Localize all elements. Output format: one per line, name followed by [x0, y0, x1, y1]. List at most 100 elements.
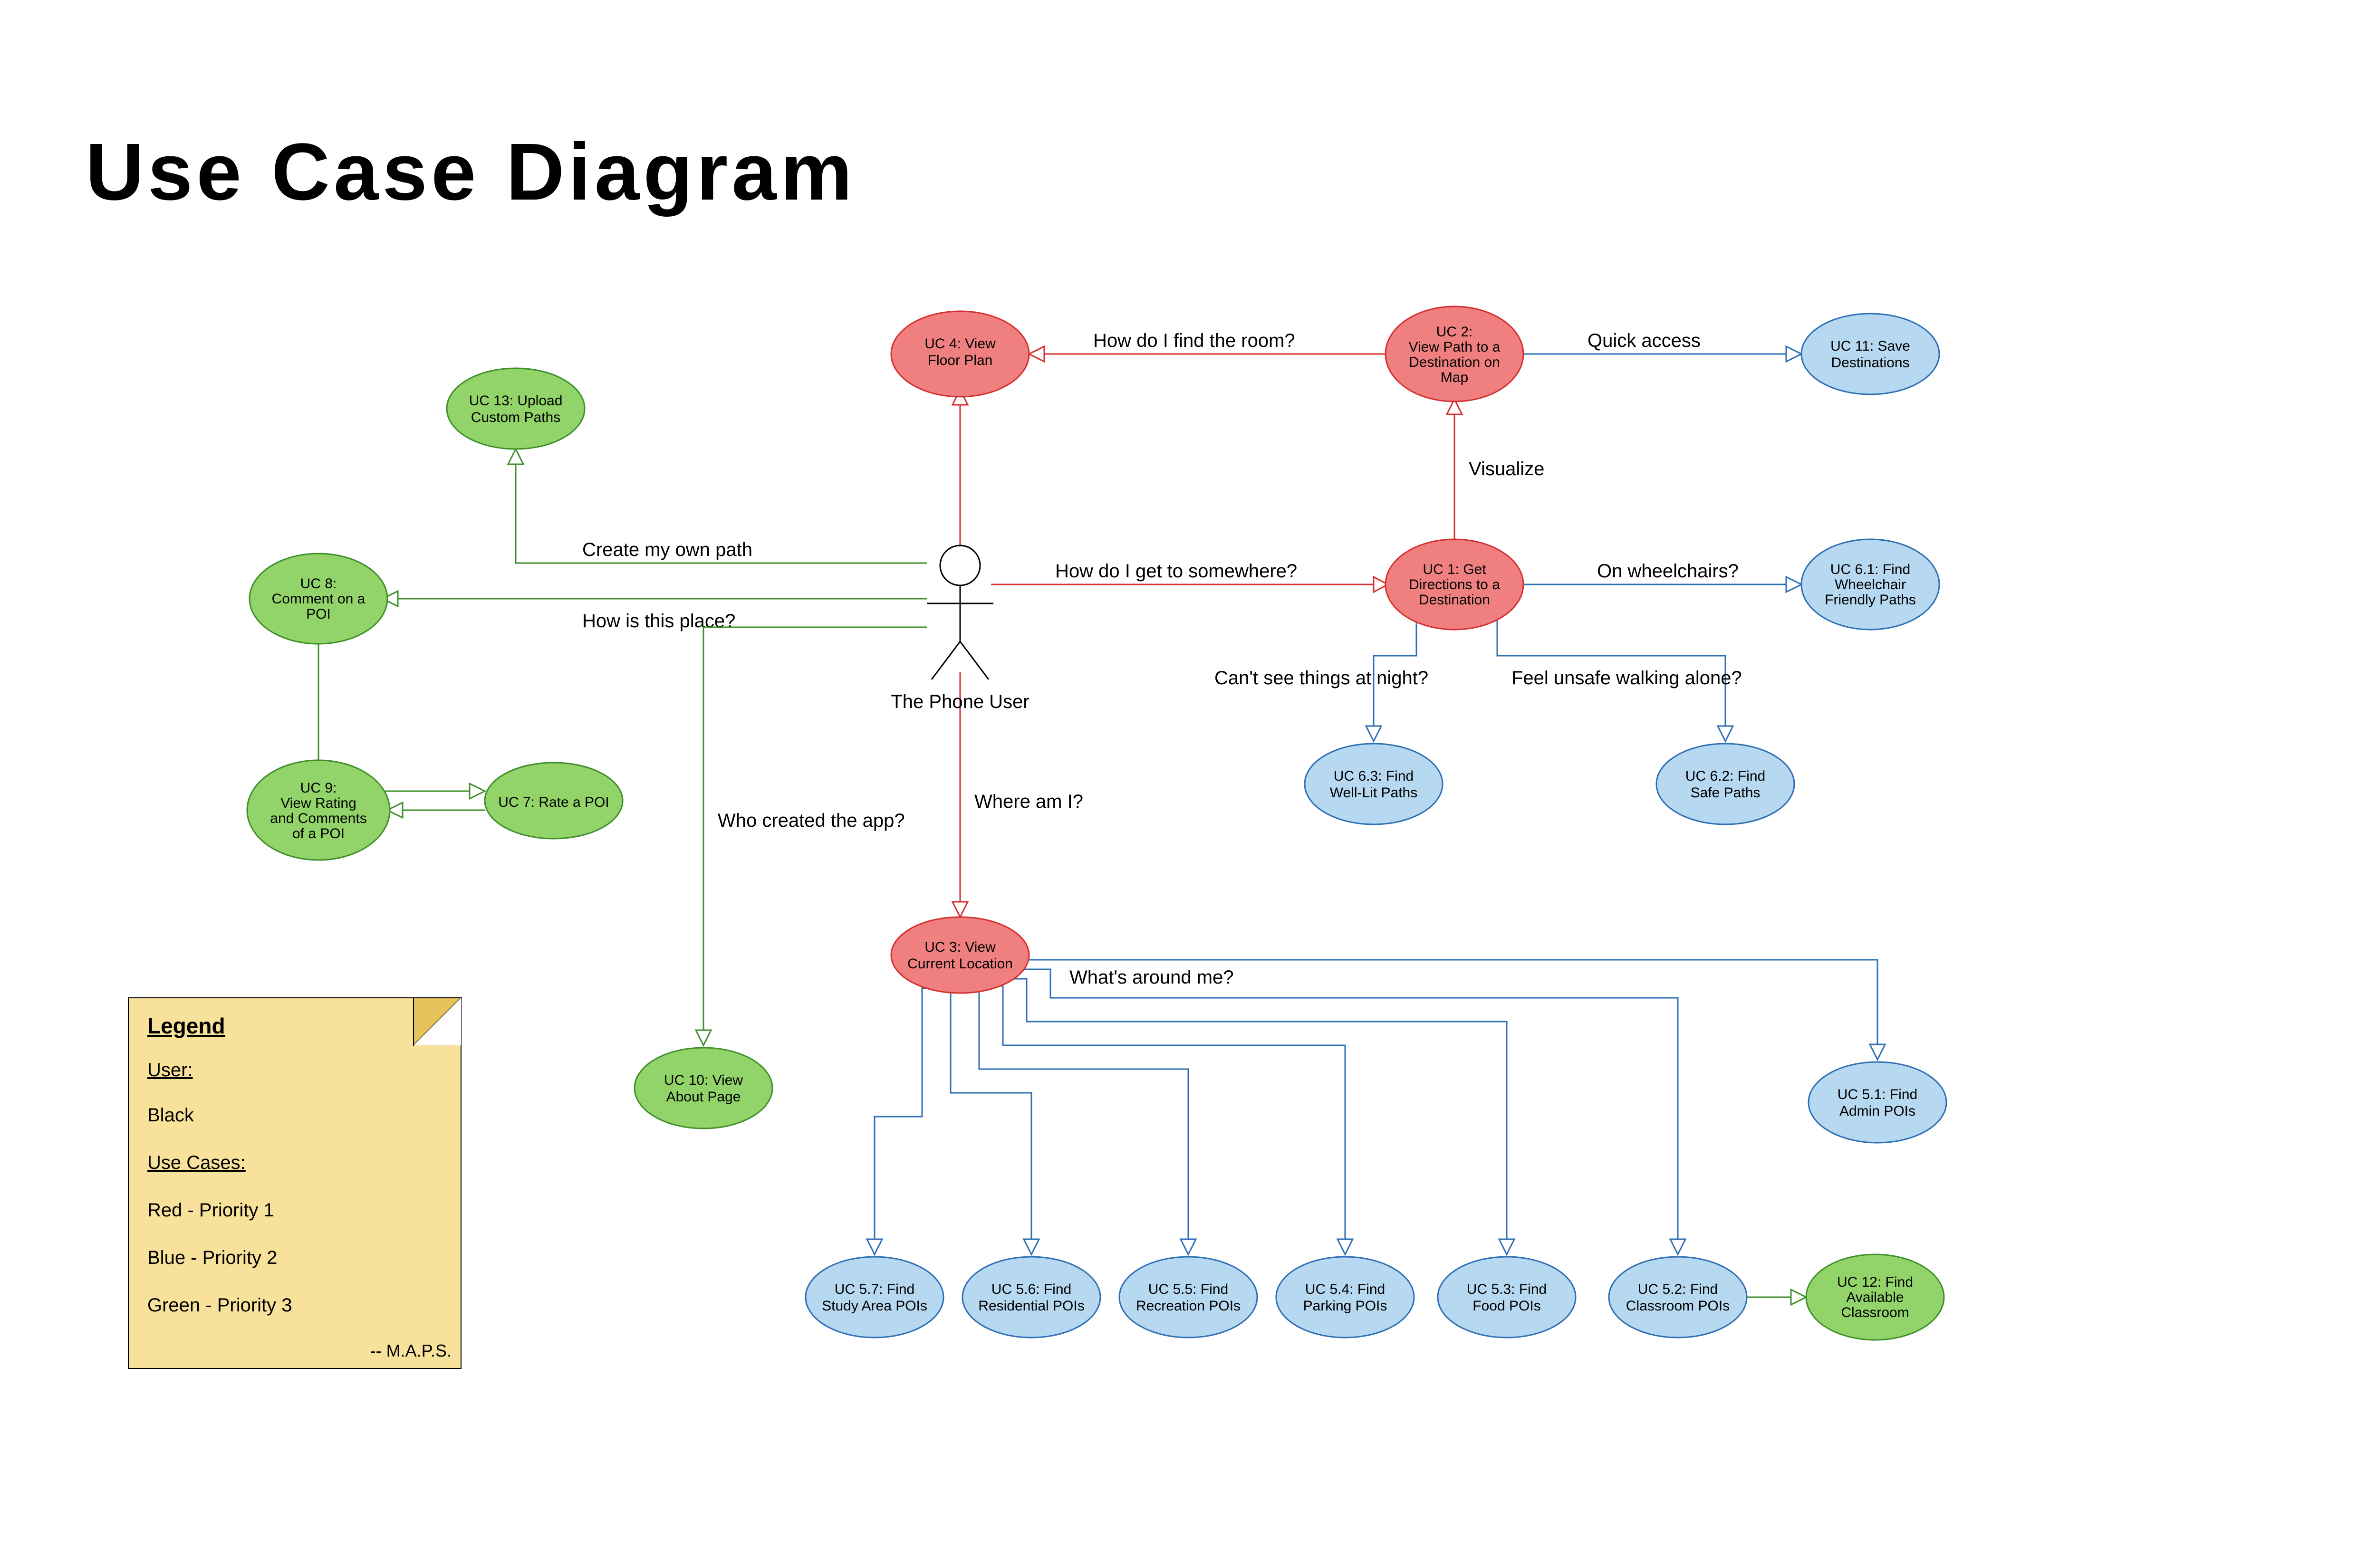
svg-text:UC 5.2: Find: UC 5.2: Find [1638, 1281, 1718, 1297]
edge-label: Feel unsafe walking alone? [1511, 668, 1742, 688]
svg-text:View Rating: View Rating [280, 795, 356, 811]
svg-text:UC 4: View: UC 4: View [924, 336, 996, 352]
edge-label: Who created the app? [718, 810, 905, 831]
svg-text:About Page: About Page [666, 1089, 741, 1105]
svg-text:UC 5.4: Find: UC 5.4: Find [1305, 1281, 1385, 1297]
edge-uc2-to-uc11: Quick access [1521, 330, 1801, 362]
node-uc2: UC 2: View Path to a Destination on Map … [1386, 306, 1523, 402]
edge-label: On wheelchairs? [1597, 561, 1739, 582]
svg-text:UC 5.7: Find: UC 5.7: Find [835, 1281, 914, 1297]
node-uc8: UC 8: Comment on a POI UC 8: Comment on … [250, 554, 387, 644]
svg-text:Parking POIs: Parking POIs [1303, 1298, 1387, 1314]
node-uc56: UC 5.6: Find Residential POIs UC 5.6: Fi… [962, 1257, 1100, 1338]
edge-actor-to-uc10: Who created the app? [696, 627, 927, 1045]
svg-text:Safe Paths: Safe Paths [1691, 785, 1761, 801]
svg-text:UC 2:: UC 2: [1436, 324, 1473, 340]
edge-label: Quick access [1588, 330, 1701, 351]
edge-actor-to-uc13: Create my own path [508, 449, 927, 563]
svg-text:UC 13: Upload: UC 13: Upload [469, 393, 563, 409]
node-uc63: UC 6.3: Find Well-Lit Paths UC 6.3: Find… [1305, 744, 1443, 824]
edge-uc7-to-uc9 [387, 803, 485, 818]
edge-uc52-to-uc12 [1744, 1290, 1806, 1305]
edge-uc2-to-uc4: How do I find the room? [1029, 330, 1388, 362]
node-uc9: UC 9: View Rating and Comments of a POI … [247, 760, 390, 860]
edge-uc1-to-uc63: Can't see things at night? [1214, 618, 1428, 741]
svg-text:Classroom POIs: Classroom POIs [1626, 1298, 1730, 1314]
legend-p3: Green - Priority 3 [147, 1295, 292, 1316]
svg-text:Admin POIs: Admin POIs [1839, 1103, 1915, 1119]
edge-label: Can't see things at night? [1214, 668, 1428, 688]
page-title: Use Case Diagram [86, 127, 856, 217]
svg-text:Well-Lit Paths: Well-Lit Paths [1330, 785, 1418, 801]
node-uc10: UC 10: View About Page UC 10: View About… [635, 1048, 772, 1128]
svg-text:UC 5.6: Find: UC 5.6: Find [991, 1281, 1071, 1297]
node-uc54: UC 5.4: Find Parking POIs UC 5.4: Find P… [1276, 1257, 1414, 1338]
edge-label: Create my own path [582, 539, 752, 560]
edge-uc1-to-uc2: Visualize [1447, 399, 1544, 542]
node-uc52: UC 5.2: Find Classroom POIs UC 5.2: Find… [1609, 1257, 1747, 1338]
diagram-svg: Use Case Diagram How do I get to somewhe… [0, 0, 2367, 1568]
edge-uc1-to-uc61: On wheelchairs? [1521, 561, 1801, 592]
svg-text:Current Location: Current Location [907, 956, 1013, 972]
legend-usecases-heading: Use Cases: [147, 1152, 246, 1173]
svg-text:UC 1: Get: UC 1: Get [1423, 562, 1486, 577]
svg-text:UC 11: Save: UC 11: Save [1830, 338, 1910, 354]
svg-text:UC 6.1: Find: UC 6.1: Find [1830, 562, 1910, 577]
node-uc1: UC 1: Get Directions to a Destination UC… [1386, 539, 1523, 630]
node-uc11: UC 11: Save Destinations UC 11: Save Des… [1801, 314, 1939, 394]
svg-text:UC 8:: UC 8: [300, 576, 337, 592]
svg-text:UC 5.5: Find: UC 5.5: Find [1148, 1281, 1228, 1297]
node-uc3: UC 3: View Current Location UC 3: View C… [891, 917, 1029, 993]
svg-text:Friendly Paths: Friendly Paths [1825, 592, 1916, 608]
edge-uc1-to-uc62: Feel unsafe walking alone? [1497, 618, 1742, 741]
svg-text:UC 5.3: Find: UC 5.3: Find [1467, 1281, 1547, 1297]
svg-text:Wheelchair: Wheelchair [1835, 577, 1906, 593]
node-uc57: UC 5.7: Find Study Area POIs UC 5.7: Fin… [806, 1257, 943, 1338]
svg-text:UC 3: View: UC 3: View [924, 939, 996, 955]
svg-text:Comment on a: Comment on a [272, 591, 366, 607]
svg-text:Destination on: Destination on [1409, 354, 1500, 370]
svg-text:Study Area POIs: Study Area POIs [822, 1298, 927, 1314]
node-uc51: UC 5.1: Find Admin POIs UC 5.1: Find Adm… [1809, 1062, 1946, 1143]
node-uc13: UC 13: Upload Custom Paths UC 13: Upload… [447, 368, 585, 449]
node-uc7: UC 7: Rate a POI UC 7: Rate a POI [485, 763, 623, 839]
edge-uc3-fanout: What's around me? [867, 960, 1885, 1254]
legend-user-line: Black [147, 1105, 194, 1126]
edge-label: How do I find the room? [1093, 330, 1295, 351]
edge-label: Visualize [1469, 459, 1544, 479]
svg-text:UC 6.2: Find: UC 6.2: Find [1685, 768, 1765, 784]
node-uc62: UC 6.2: Find Safe Paths UC 6.2: Find Saf… [1656, 744, 1794, 824]
svg-text:of a POI: of a POI [292, 826, 345, 841]
actor-label: The Phone User [891, 691, 1029, 712]
node-uc61: UC 6.1: Find Wheelchair Friendly Paths U… [1801, 539, 1939, 630]
legend-p1: Red - Priority 1 [147, 1200, 274, 1221]
svg-text:Destination: Destination [1419, 592, 1490, 608]
edge-label: What's around me? [1069, 967, 1234, 988]
legend-user-heading: User: [147, 1060, 193, 1080]
node-uc12: UC 12: Find Available Classroom UC 12: F… [1806, 1254, 1944, 1340]
node-uc53: UC 5.3: Find Food POIs UC 5.3: Find Food… [1438, 1257, 1576, 1338]
svg-text:Custom Paths: Custom Paths [471, 410, 560, 425]
svg-text:POI: POI [306, 606, 331, 622]
svg-text:UC 10: View: UC 10: View [664, 1072, 743, 1088]
svg-text:View Path to a: View Path to a [1409, 339, 1501, 355]
edge-label: Where am I? [974, 791, 1083, 812]
svg-text:Map: Map [1441, 370, 1468, 385]
svg-text:UC 6.3: Find: UC 6.3: Find [1334, 768, 1414, 784]
legend-note: Legend User: Black Use Cases: Red - Prio… [128, 998, 461, 1368]
svg-text:Recreation POIs: Recreation POIs [1136, 1298, 1241, 1314]
svg-text:UC 9:: UC 9: [300, 780, 337, 796]
svg-text:UC 5.1: Find: UC 5.1: Find [1838, 1087, 1917, 1102]
svg-text:Directions to a: Directions to a [1409, 577, 1500, 593]
edge-label: How do I get to somewhere? [1055, 561, 1297, 582]
svg-text:Classroom: Classroom [1841, 1305, 1909, 1320]
svg-text:UC 7: Rate a POI: UC 7: Rate a POI [498, 794, 609, 810]
legend-p2: Blue - Priority 2 [147, 1247, 277, 1268]
edge-actor-to-uc8: How is this place? [383, 591, 927, 631]
node-uc4: UC 4: View Floor Plan UC 4: View Floor P… [891, 311, 1029, 397]
svg-text:and Comments: and Comments [270, 811, 366, 826]
legend-title: Legend [147, 1013, 225, 1038]
edge-actor-to-uc4 [953, 390, 968, 546]
svg-text:Destinations: Destinations [1831, 355, 1909, 371]
svg-text:Food POIs: Food POIs [1472, 1298, 1540, 1314]
